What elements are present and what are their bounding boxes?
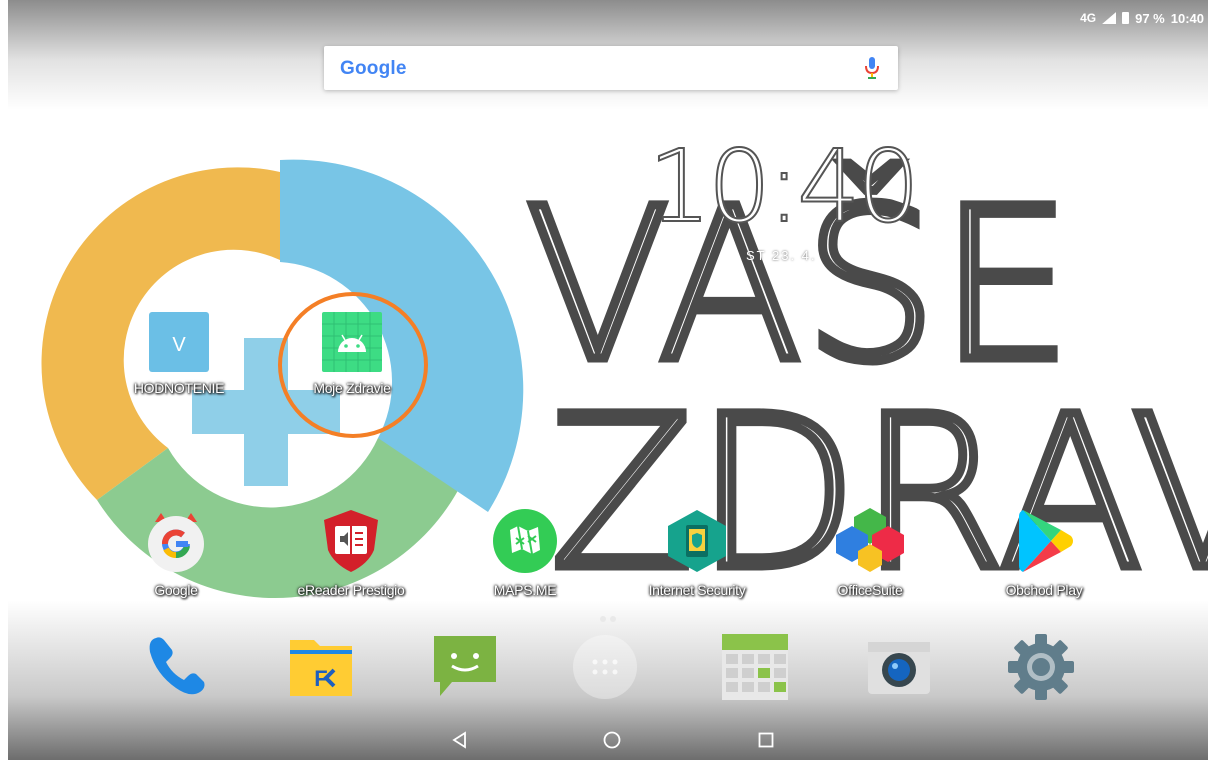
clock-widget-time[interactable]: 10:40 (647, 131, 928, 243)
ereader-icon (318, 508, 384, 574)
google-icon (143, 508, 209, 574)
app-label: eReader Prestigio (297, 582, 405, 598)
google-logo: Google (340, 58, 407, 79)
app-maps-me[interactable]: MAPS.ME (455, 508, 595, 598)
battery-level: 97 % (1135, 10, 1165, 26)
network-type: 4G (1080, 11, 1097, 25)
navigation-bar (0, 720, 1208, 760)
app-google[interactable]: Google (106, 508, 246, 598)
calendar-icon[interactable] (720, 632, 790, 702)
page-dot (610, 616, 616, 622)
app-ereader-prestigio[interactable]: eReader Prestigio (281, 508, 421, 598)
app-internet-security[interactable]: Internet Security (627, 508, 767, 598)
recents-icon[interactable] (756, 730, 776, 750)
status-bar: 4G 97 % 10:40 (1080, 8, 1204, 28)
internet-security-icon (664, 508, 730, 574)
all-apps-icon[interactable] (570, 632, 640, 702)
phone-icon[interactable] (142, 632, 212, 702)
play-store-icon (1011, 508, 1077, 574)
signal-icon (1102, 12, 1117, 24)
screen-edge (0, 0, 8, 760)
mic-icon[interactable] (864, 57, 880, 79)
app-label: HODNOTENIE (133, 380, 225, 396)
page-indicator (600, 616, 616, 622)
app-label: Obchod Play (1005, 582, 1083, 598)
app-label: MAPS.ME (493, 582, 557, 598)
messages-icon[interactable] (430, 632, 500, 702)
battery-icon (1122, 12, 1130, 24)
file-commander-icon[interactable]: F (286, 632, 356, 702)
v-letter-icon: V (149, 312, 209, 372)
back-icon[interactable] (450, 730, 470, 750)
status-time: 10:40 (1170, 10, 1204, 26)
app-label: OfficeSuite (837, 582, 903, 598)
home-screen: VAŠE ZDRAVOT 4G 97 % 10:40 Google 10:40 … (0, 0, 1208, 760)
home-icon[interactable] (602, 730, 622, 750)
maps-me-icon (492, 508, 558, 574)
highlight-circle (278, 292, 428, 438)
app-obchod-play[interactable]: Obchod Play (974, 508, 1114, 598)
app-hodnotenie[interactable]: V HODNOTENIE (109, 312, 249, 396)
app-officesuite[interactable]: OfficeSuite (800, 508, 940, 598)
app-label: Google (154, 582, 198, 598)
app-label: Internet Security (648, 582, 746, 598)
settings-icon[interactable] (1006, 632, 1076, 702)
google-search-bar[interactable]: Google (324, 46, 898, 90)
camera-icon[interactable] (864, 632, 934, 702)
clock-widget-date[interactable]: ST 23. 4. (746, 248, 817, 263)
page-dot (600, 616, 606, 622)
officesuite-icon (834, 508, 906, 574)
svg-text:V: V (172, 334, 186, 356)
